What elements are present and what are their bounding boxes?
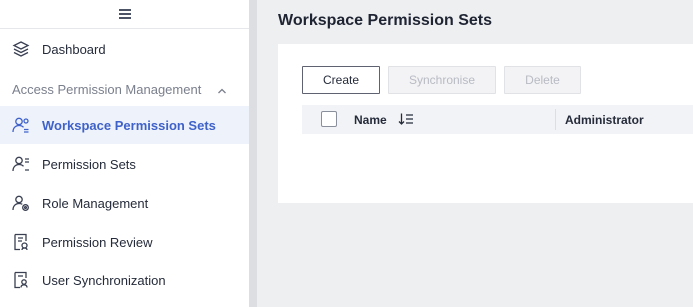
sidebar: Dashboard Access Permission Management W… — [0, 0, 250, 307]
delete-button[interactable]: Delete — [504, 66, 581, 94]
document-review-icon — [11, 232, 31, 252]
sidebar-item-workspace-permission-sets[interactable]: Workspace Permission Sets — [0, 106, 249, 144]
sidebar-item-permission-sets[interactable]: Permission Sets — [0, 145, 249, 183]
sidebar-item-label: Permission Review — [42, 234, 153, 250]
sidebar-group-access-permission-management[interactable]: Access Permission Management — [0, 72, 249, 106]
column-header-name[interactable]: Name — [354, 113, 387, 127]
user-gear-icon — [11, 193, 31, 213]
sidebar-group-label: Access Permission Management — [12, 81, 202, 97]
sidebar-item-permission-review[interactable]: Permission Review — [0, 223, 249, 261]
page-title: Workspace Permission Sets — [278, 12, 493, 29]
sidebar-item-label: Dashboard — [42, 41, 106, 57]
workspace-users-icon — [11, 115, 31, 135]
select-all-checkbox[interactable] — [321, 111, 337, 127]
content-panel: Create Synchronise Delete Name Administr… — [278, 44, 693, 203]
column-divider[interactable] — [555, 109, 556, 130]
user-list-icon — [11, 154, 31, 174]
sidebar-item-dashboard[interactable]: Dashboard — [0, 30, 249, 68]
sort-icon[interactable] — [398, 112, 414, 126]
sidebar-item-label: Permission Sets — [42, 156, 136, 172]
sidebar-item-label: Workspace Permission Sets — [42, 117, 216, 133]
sidebar-item-label: User Synchronization — [42, 272, 166, 288]
sidebar-item-label: Role Management — [42, 195, 149, 211]
hamburger-icon — [118, 9, 131, 19]
sidebar-item-role-management[interactable]: Role Management — [0, 184, 249, 222]
column-header-administrator[interactable]: Administrator — [565, 113, 644, 127]
sidebar-item-user-synchronization[interactable]: User Synchronization — [0, 261, 249, 299]
synchronise-button[interactable]: Synchronise — [388, 66, 496, 94]
layers-icon — [11, 39, 31, 59]
create-button[interactable]: Create — [302, 66, 380, 94]
menu-toggle-button[interactable] — [0, 0, 249, 29]
table-header: Name Administrator — [302, 105, 693, 134]
sidebar-resize-handle[interactable] — [249, 0, 257, 307]
user-sync-icon — [11, 270, 31, 290]
chevron-up-icon — [217, 84, 227, 94]
